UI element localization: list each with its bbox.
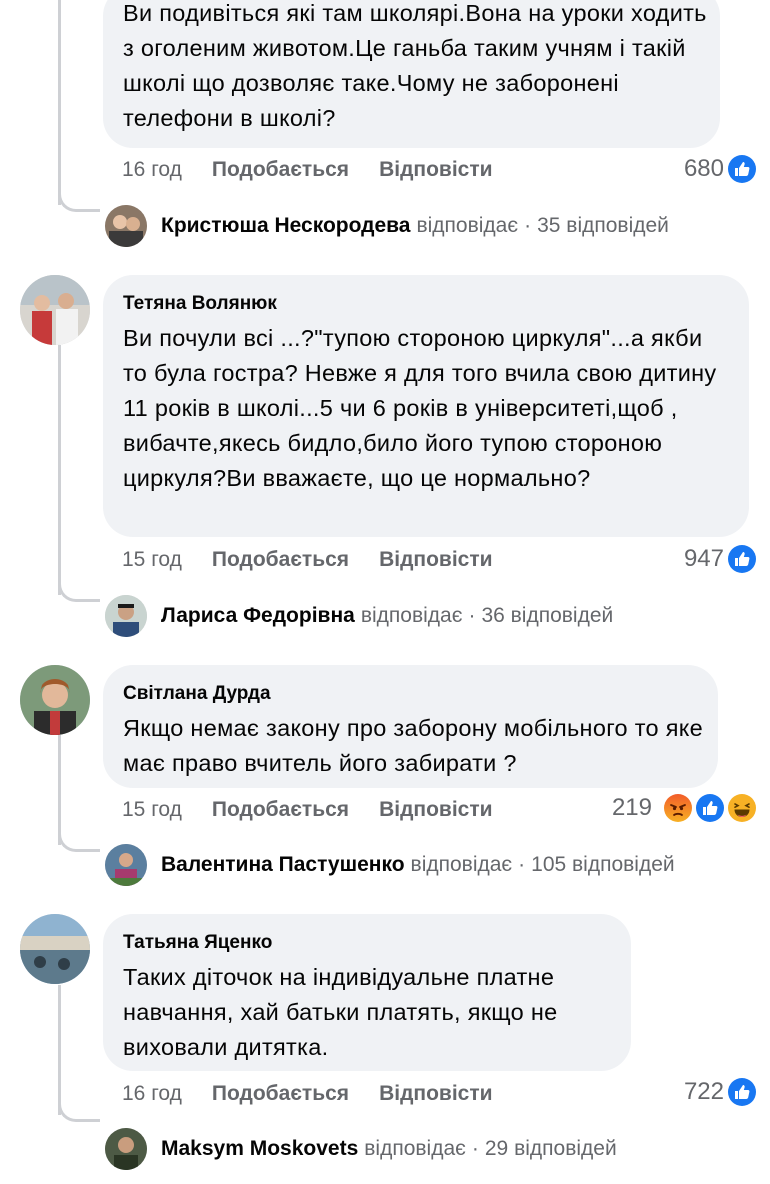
reply-verb: відповідає xyxy=(364,1137,466,1160)
angry-icon xyxy=(662,792,694,824)
comment-text: Таких діточок на індивідуальне платне на… xyxy=(123,964,558,1060)
comment-author[interactable]: Тетяна Волянюк xyxy=(123,291,729,317)
like-icon xyxy=(726,543,758,575)
reply-author: Maksym Moskovets xyxy=(161,1137,359,1160)
reply-button[interactable]: Відповісти xyxy=(379,158,492,182)
reaction-summary[interactable]: 219 xyxy=(612,792,758,824)
comment-author[interactable]: Світлана Дурда xyxy=(123,681,698,707)
reply-verb: відповідає xyxy=(416,214,519,237)
reply-author: Валентина Пастушенко xyxy=(161,853,405,876)
avatar xyxy=(105,205,147,247)
thread-line xyxy=(58,0,61,205)
reaction-count: 722 xyxy=(683,1078,724,1105)
comment-time[interactable]: 15 год xyxy=(122,798,182,822)
comment-bubble: Тетяна Волянюк Ви почули всі ...?"тупою … xyxy=(103,275,749,537)
reply-button[interactable]: Відповісти xyxy=(379,548,492,572)
like-icon xyxy=(726,1076,758,1108)
comment-meta: 16 год Подобається Відповісти xyxy=(122,158,493,182)
reaction-count: 219 xyxy=(611,794,652,821)
comment-text: Якщо немає закону про заборону мобільног… xyxy=(123,715,703,776)
thread-connector xyxy=(58,190,100,212)
comment-meta: 15 год Подобається Відповісти xyxy=(122,548,493,572)
like-icon xyxy=(694,792,726,824)
thread-line xyxy=(58,735,61,845)
comment-meta: 15 год Подобається Відповісти xyxy=(122,798,493,822)
thread-connector xyxy=(58,830,100,852)
reply-author: Кристюша Нескородева xyxy=(161,214,411,237)
view-replies-link[interactable]: Кристюша Нескородева відповідає · 35 від… xyxy=(105,205,669,247)
like-button[interactable]: Подобається xyxy=(212,1082,349,1106)
comment-author[interactable]: Татьяна Яценко xyxy=(123,930,611,956)
view-replies-link[interactable]: Валентина Пастушенко відповідає · 105 ві… xyxy=(105,844,675,886)
view-replies-link[interactable]: Maksym Moskovets відповідає · 29 відпові… xyxy=(105,1128,617,1170)
reaction-summary[interactable]: 680 xyxy=(684,153,758,185)
comment-time[interactable]: 15 год xyxy=(122,548,182,572)
avatar xyxy=(105,844,147,886)
separator: · xyxy=(471,1137,479,1160)
like-button[interactable]: Подобається xyxy=(212,548,349,572)
reply-author: Лариса Федорівна xyxy=(161,604,355,627)
separator: · xyxy=(468,604,476,627)
avatar xyxy=(105,595,147,637)
reaction-count: 947 xyxy=(683,545,724,572)
avatar[interactable] xyxy=(20,914,90,984)
avatar[interactable] xyxy=(20,665,90,735)
haha-icon xyxy=(726,792,758,824)
like-button[interactable]: Подобається xyxy=(212,158,349,182)
reply-verb: відповідає xyxy=(410,853,513,876)
avatar xyxy=(105,1128,147,1170)
thread-connector xyxy=(58,580,100,602)
reply-button[interactable]: Відповісти xyxy=(379,798,492,822)
comment-time[interactable]: 16 год xyxy=(122,158,182,182)
reply-count: 105 відповідей xyxy=(531,853,675,876)
comment-bubble: Ви подивіться які там школярі.Вона на ур… xyxy=(103,0,720,148)
like-button[interactable]: Подобається xyxy=(212,798,349,822)
reply-count: 29 відповідей xyxy=(484,1137,617,1160)
thread-line xyxy=(58,985,61,1115)
separator: · xyxy=(518,853,526,876)
reaction-summary[interactable]: 722 xyxy=(684,1076,758,1108)
comment-time[interactable]: 16 год xyxy=(122,1082,182,1106)
reaction-count: 680 xyxy=(683,155,724,182)
separator: · xyxy=(524,214,532,237)
reply-button[interactable]: Відповісти xyxy=(379,1082,492,1106)
like-icon xyxy=(726,153,758,185)
reply-count: 35 відповідей xyxy=(537,214,669,237)
comment-bubble: Світлана Дурда Якщо немає закону про заб… xyxy=(103,665,718,788)
comment-text: Ви почули всі ...?"тупою стороною циркул… xyxy=(123,325,717,491)
reaction-summary[interactable]: 947 xyxy=(684,543,758,575)
avatar[interactable] xyxy=(20,275,90,345)
reply-verb: відповідає xyxy=(360,604,463,627)
thread-connector xyxy=(58,1100,100,1122)
comment-bubble: Татьяна Яценко Таких діточок на індивіду… xyxy=(103,914,631,1071)
comment-text: Ви подивіться які там школярі.Вона на ур… xyxy=(123,0,707,131)
thread-line xyxy=(58,345,61,595)
comment-meta: 16 год Подобається Відповісти xyxy=(122,1082,493,1106)
view-replies-link[interactable]: Лариса Федорівна відповідає · 36 відпові… xyxy=(105,595,613,637)
reply-count: 36 відповідей xyxy=(481,604,614,627)
